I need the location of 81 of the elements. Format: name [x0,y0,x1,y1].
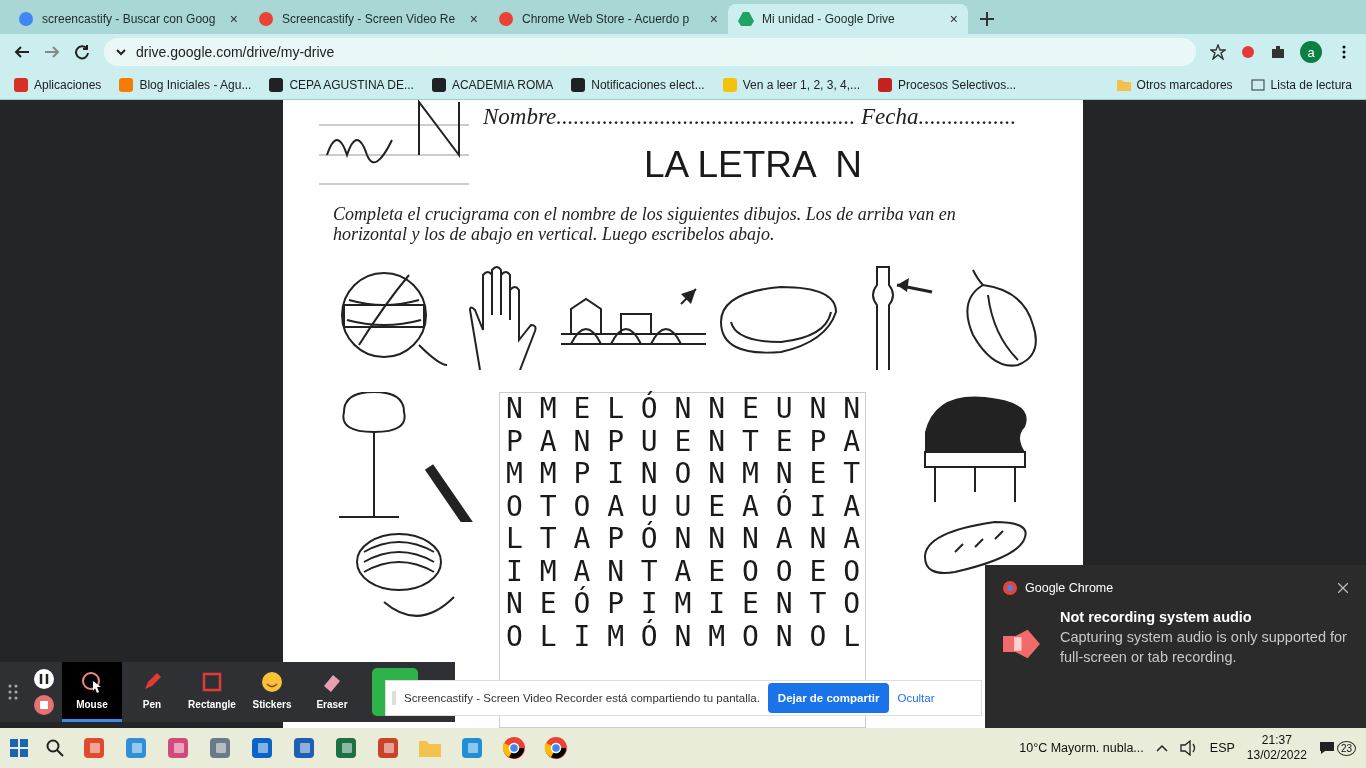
site-icon [498,11,514,27]
windows-start-icon[interactable] [10,739,28,757]
cursor-icon [81,671,103,693]
search-icon[interactable] [46,739,64,757]
letter-row-text: M M P I N O N M N E T [506,458,859,490]
speaker-icon[interactable] [1179,740,1198,756]
hide-link[interactable]: Ocultar [897,692,935,704]
profile-avatar[interactable]: a [1300,41,1322,63]
folder-icon [1116,78,1131,91]
browser-tab[interactable]: screencastify - Buscar con Goog × [8,4,248,34]
weather-widget[interactable]: 10°C Mayorm. nubla... [1019,741,1144,755]
letter-row: P A N P U E N T E P A [506,425,859,458]
bookmark-folder[interactable]: Otros marcadores [1116,77,1233,92]
browser-tab[interactable]: Mi unidad - Google Drive × [728,4,968,34]
close-icon[interactable]: × [709,11,718,27]
app-icon[interactable] [292,736,316,760]
notification-title: Not recording system audio [1059,609,1253,625]
close-icon[interactable]: × [229,11,238,27]
app-icon[interactable] [82,736,106,760]
list-icon [1250,78,1265,91]
tool-button[interactable]: Pen [122,662,182,722]
new-tab-icon[interactable] [980,12,994,26]
share-message: Screencastify - Screen Video Recorder está compartiendo tu pantalla. [404,692,760,704]
stop-icon[interactable] [34,695,54,715]
site-icon [258,11,274,27]
stop-sharing-button[interactable]: Dejar de compartir [767,683,890,713]
rectangle-icon [201,671,223,693]
tool-button[interactable]: Eraser [302,662,362,722]
chevron-up-icon[interactable] [1155,744,1168,752]
drive-icon [738,11,754,27]
bookmark[interactable]: Blog Iniciales - Agu... [119,77,252,92]
site-icon [18,11,34,27]
close-icon[interactable]: × [469,11,478,27]
pause-icon[interactable] [34,669,54,689]
forward-icon[interactable] [44,44,60,60]
letter-row: N M E L Ó N N E U N N [506,393,859,426]
chevron-down-icon[interactable] [116,47,126,57]
letter-row: O L I M Ó N M O N O L [506,620,859,653]
app-icon[interactable] [166,736,190,760]
message-icon [1318,741,1335,755]
bookmark[interactable]: Ven a leer 1, 2, 3, 4,... [722,77,861,92]
back-icon[interactable] [14,44,30,60]
puzzle-icon[interactable] [1270,44,1286,60]
browser-icon[interactable] [502,736,526,760]
app-icon[interactable] [124,736,148,760]
app-icon[interactable] [250,736,274,760]
app-icon[interactable] [334,736,358,760]
bookmark[interactable]: CEPA AGUSTINA DE... [269,77,414,92]
star-icon[interactable] [1210,44,1226,60]
bookmark[interactable]: Notificaciones elect... [571,77,705,92]
notification-app-name: Google Chrome [1025,581,1114,595]
app-icon[interactable] [460,736,484,760]
reading-list[interactable]: Lista de lectura [1250,77,1352,92]
tool-button[interactable]: Stickers [242,662,302,722]
close-icon[interactable]: × [949,11,958,27]
language-indicator[interactable]: ESP [1209,741,1235,755]
instructions-text: Completa el crucigrama con el nombre de los siguientes dibujos. Los de arriba van en horizontal y los de abajo en vertical. Luego escribelos abajo. [333,204,957,244]
name-date-line: Nombre.................................................... Fecha................. [483,104,1018,130]
browser-icon [1003,581,1017,595]
letter-row-text: N E Ó P I M I E N T O [506,588,859,620]
bookmark[interactable]: Aplicaciones [14,77,102,92]
grip-icon [392,691,396,705]
close-icon[interactable] [1338,583,1348,593]
bookmark[interactable]: ACADEMIA ROMA [431,77,554,92]
browser-tab[interactable]: Screencastify - Screen Video Re × [248,4,488,34]
address-field[interactable]: drive.google.com/drive/my-drive [104,38,1196,66]
smiley-icon [261,671,283,693]
drag-handle-icon[interactable] [8,684,18,700]
worksheet-title: LA LETRA N [643,144,863,186]
clock[interactable]: 21:37 13/02/2022 [1246,733,1307,763]
app-icon[interactable] [376,736,400,760]
browser-tab[interactable]: Chrome Web Store - Acuerdo p × [488,4,728,34]
letter-row: L T A P Ó N N N A N A [506,523,859,556]
app-icon[interactable] [208,736,232,760]
bookmark[interactable]: Procesos Selectivos... [878,77,1017,92]
browser-icon[interactable] [544,736,568,760]
notification-body: Capturing system audio is only supported for full-screen or tab recording. [1059,628,1348,667]
tool-button[interactable]: Rectangle [182,662,242,722]
reload-icon[interactable] [74,44,90,60]
record-icon[interactable] [1240,44,1256,60]
tool-button[interactable]: Mouse [62,662,122,722]
